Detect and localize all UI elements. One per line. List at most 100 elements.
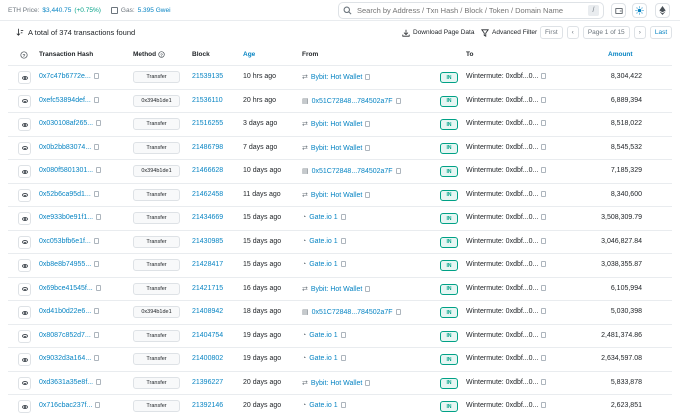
view-details-button[interactable] [18,259,31,272]
copy-icon[interactable] [340,261,346,268]
copy-icon[interactable] [95,284,101,291]
transaction-hash-link[interactable]: 0x0b2bb83074... [39,144,91,151]
block-link[interactable]: 21434669 [192,214,223,221]
view-details-button[interactable] [18,306,31,319]
block-link[interactable]: 21536110 [192,97,223,104]
transaction-hash-link[interactable]: 0x69bce41545f... [39,285,93,292]
search-box[interactable]: / [338,2,604,19]
theme-toggle-button[interactable] [632,3,647,18]
from-address-link[interactable]: 0x51C72848...784502a7F [312,168,393,175]
next-page-button[interactable]: › [633,25,646,39]
from-address-link[interactable]: Gate.io 1 [309,238,337,245]
copy-icon[interactable] [541,261,547,268]
view-details-button[interactable] [18,71,31,84]
copy-icon[interactable] [340,402,346,409]
copy-icon[interactable] [541,120,547,127]
view-details-button[interactable] [18,141,31,155]
block-link[interactable]: 21430985 [192,238,223,245]
copy-icon[interactable] [395,309,401,316]
from-address-link[interactable]: Gate.io 1 [309,261,337,268]
view-details-button[interactable] [18,212,31,225]
view-details-button[interactable] [18,118,31,131]
block-link[interactable]: 21462458 [192,191,223,198]
copy-icon[interactable] [96,167,102,174]
copy-icon[interactable] [94,143,100,150]
copy-icon[interactable] [93,237,99,244]
prev-page-button[interactable]: ‹ [566,25,579,39]
copy-icon[interactable] [94,261,100,268]
copy-icon[interactable] [93,73,99,80]
transaction-hash-link[interactable]: 0xd3631a35e8f... [39,379,93,386]
copy-icon[interactable] [541,308,547,315]
block-link[interactable]: 21466628 [192,167,223,174]
block-link[interactable]: 21408942 [192,308,223,315]
transaction-hash-link[interactable]: 0xd41b0d22e6... [39,308,91,315]
copy-icon[interactable] [541,143,547,150]
copy-icon[interactable] [365,74,371,81]
block-link[interactable]: 21392146 [192,402,223,409]
view-details-button[interactable] [18,282,31,296]
transaction-hash-link[interactable]: 0x030108af265... [39,120,93,127]
copy-icon[interactable] [541,402,547,409]
view-details-button[interactable] [18,94,31,108]
copy-icon[interactable] [93,190,99,197]
block-link[interactable]: 21400802 [192,355,223,362]
copy-icon[interactable] [96,214,102,221]
copy-icon[interactable] [541,167,547,174]
block-link[interactable]: 21396227 [192,379,223,386]
transaction-hash-link[interactable]: 0x716cbac237f... [39,402,92,409]
copy-icon[interactable] [395,168,401,175]
copy-icon[interactable] [93,96,99,103]
from-address-link[interactable]: Bybit: Hot Wallet [311,74,362,81]
block-link[interactable]: 21486798 [192,144,223,151]
copy-icon[interactable] [541,190,547,197]
copy-icon[interactable] [95,402,101,409]
copy-icon[interactable] [365,285,371,292]
copy-icon[interactable] [365,144,371,151]
header-method[interactable]: Method ? [133,51,165,58]
copy-icon[interactable] [94,308,100,315]
copy-icon[interactable] [541,73,547,80]
first-page-button[interactable]: First [540,25,563,39]
header-age[interactable]: Age [243,51,255,58]
copy-icon[interactable] [340,355,346,362]
header-amount[interactable]: Amount [608,51,633,58]
view-details-button[interactable] [18,235,31,249]
transaction-hash-link[interactable]: 0x080f5801301... [39,167,93,174]
from-address-link[interactable]: Bybit: Hot Wallet [311,121,362,128]
copy-icon[interactable] [365,121,371,128]
from-address-link[interactable]: Gate.io 1 [309,214,337,221]
copy-icon[interactable] [541,237,547,244]
copy-icon[interactable] [365,191,371,198]
block-link[interactable]: 21428417 [192,261,223,268]
transaction-hash-link[interactable]: 0x9032d3a164... [39,355,91,362]
copy-icon[interactable] [340,331,346,338]
download-page-data-button[interactable]: Download Page Data [402,26,474,39]
block-link[interactable]: 21404754 [192,332,223,339]
view-details-button[interactable] [18,329,31,343]
copy-icon[interactable] [94,355,100,362]
copy-icon[interactable] [541,214,547,221]
profile-button[interactable] [611,3,626,18]
transaction-hash-link[interactable]: 0xb8e8b74955... [39,261,91,268]
from-address-link[interactable]: 0x51C72848...784502a7F [312,309,393,316]
gas-value[interactable]: 5.395 Gwei [138,7,171,14]
copy-icon[interactable] [96,120,102,127]
from-address-link[interactable]: Gate.io 1 [309,402,337,409]
view-details-button[interactable] [18,400,31,413]
transaction-hash-link[interactable]: 0x8087c852d7... [39,332,91,339]
copy-icon[interactable] [541,378,547,385]
copy-icon[interactable] [541,331,547,338]
advanced-filter-button[interactable]: Advanced Filter [481,26,537,39]
last-page-button[interactable]: Last [649,25,673,39]
from-address-link[interactable]: Gate.io 1 [309,332,337,339]
from-address-link[interactable]: Gate.io 1 [309,355,337,362]
block-link[interactable]: 21516255 [192,120,223,127]
from-address-link[interactable]: Bybit: Hot Wallet [311,192,362,199]
eth-price-value[interactable]: $3,440.75 [42,7,71,14]
copy-icon[interactable] [93,331,99,338]
copy-icon[interactable] [395,97,401,104]
from-address-link[interactable]: Bybit: Hot Wallet [311,145,362,152]
copy-icon[interactable] [340,214,346,221]
transaction-hash-link[interactable]: 0x52b6ca95d1... [39,191,91,198]
